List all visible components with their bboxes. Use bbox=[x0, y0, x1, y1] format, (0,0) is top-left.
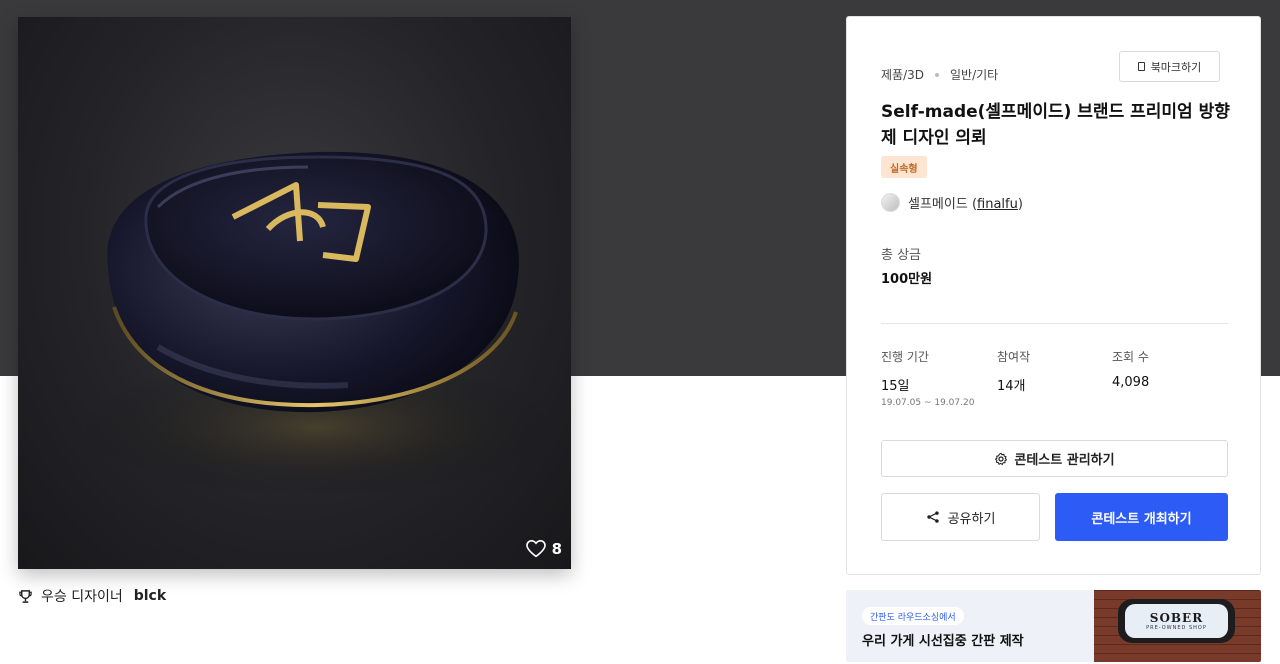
manage-label: 콘테스트 관리하기 bbox=[1014, 453, 1115, 468]
stat-duration: 진행 기간 15일 19.07.05 ~ 19.07.20 bbox=[881, 348, 974, 408]
share-button[interactable]: 공유하기 bbox=[881, 493, 1040, 541]
winner-label: 우승 디자이너 bbox=[41, 589, 123, 605]
gear-icon bbox=[995, 452, 1008, 465]
like-counter[interactable]: 8 bbox=[525, 540, 562, 558]
host-info: 셀프메이드 (finalfu) bbox=[881, 193, 1023, 212]
share-icon bbox=[926, 511, 939, 523]
trophy-icon bbox=[19, 589, 32, 603]
ad-sign: SOBER PRE-OWNED SHOP bbox=[1118, 599, 1235, 643]
prize-value: 100만원 bbox=[881, 272, 933, 287]
ad-chip: 간판도 라우드소싱에서 bbox=[862, 607, 964, 625]
product-image[interactable]: 8 bbox=[18, 17, 571, 569]
bookmark-label: 북마크하기 bbox=[1150, 60, 1202, 74]
ad-sign-text: SOBER bbox=[1149, 611, 1204, 625]
bookmark-button[interactable]: 북마크하기 bbox=[1119, 51, 1220, 82]
category-breadcrumb: 제품/3D 일반/기타 bbox=[881, 66, 998, 83]
stat-views: 조회 수 4,098 bbox=[1112, 348, 1149, 390]
host-contest-button[interactable]: 콘테스트 개최하기 bbox=[1055, 493, 1228, 541]
contest-title: Self-made(셀프메이드) 브랜드 프리미엄 방향제 디자인 의뢰 bbox=[881, 102, 1230, 148]
stat-date-range: 19.07.05 ~ 19.07.20 bbox=[881, 398, 975, 408]
prize-label: 총 상금 bbox=[881, 248, 922, 263]
category-main[interactable]: 제품/3D bbox=[881, 66, 924, 83]
stat-label: 참여작 bbox=[997, 350, 1031, 364]
ad-sign-panel: SOBER PRE-OWNED SHOP bbox=[1125, 604, 1228, 638]
manage-contest-button[interactable]: 콘테스트 관리하기 bbox=[881, 440, 1228, 477]
divider bbox=[881, 323, 1228, 324]
stat-entries: 참여작 14개 bbox=[997, 348, 1030, 394]
stat-label: 조회 수 bbox=[1112, 350, 1149, 364]
stat-value: 4,098 bbox=[1112, 375, 1150, 390]
ad-banner[interactable]: 간판도 라우드소싱에서 우리 가게 시선집중 간판 제작 SOBER PRE-O… bbox=[846, 590, 1261, 662]
avatar[interactable] bbox=[881, 193, 900, 212]
ad-text: 우리 가게 시선집중 간판 제작 bbox=[862, 634, 1024, 649]
separator-dot bbox=[935, 72, 939, 77]
product-illustration bbox=[78, 151, 558, 497]
like-count: 8 bbox=[551, 540, 562, 558]
ad-sign-subtext: PRE-OWNED SHOP bbox=[1146, 625, 1207, 631]
host-id-link[interactable]: finalfu bbox=[977, 197, 1018, 212]
category-sub[interactable]: 일반/기타 bbox=[950, 66, 998, 83]
stat-value: 15일 bbox=[881, 379, 910, 394]
host-name: 셀프메이드 bbox=[908, 197, 968, 212]
contest-info-card: 제품/3D 일반/기타 북마크하기 Self-made(셀프메이드) 브랜드 프… bbox=[846, 16, 1261, 575]
winner-info: 우승 디자이너 blck bbox=[18, 586, 166, 606]
winner-name[interactable]: blck bbox=[134, 588, 166, 604]
bookmark-icon bbox=[1137, 62, 1145, 71]
plan-badge: 실속형 bbox=[881, 156, 927, 178]
stat-label: 진행 기간 bbox=[881, 350, 929, 364]
heart-icon bbox=[525, 540, 546, 558]
stat-value: 14개 bbox=[997, 379, 1026, 394]
share-label: 공유하기 bbox=[947, 511, 996, 527]
